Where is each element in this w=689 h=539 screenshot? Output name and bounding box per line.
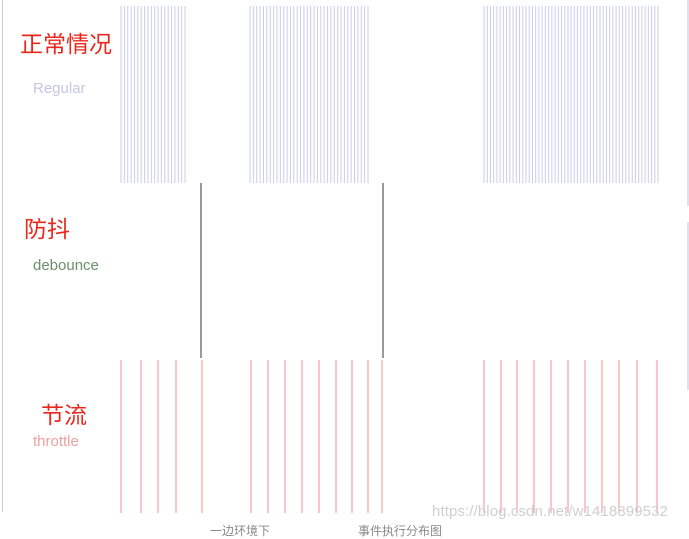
throttle-label-en: throttle [33, 433, 79, 450]
watermark-url: https://blog.csdn.net/w1418899532 [432, 503, 668, 520]
event-marks-canvas [120, 6, 659, 513]
throttle-label-cn: 节流 [41, 403, 87, 429]
footer-caption-right: 事件执行分布图 [358, 524, 443, 538]
footer-caption-left: 一边环境下 [210, 524, 271, 538]
regular-label-cn: 正常情况 [20, 32, 112, 58]
debounce-label-cn: 防抖 [24, 217, 70, 243]
debounce-label-en: debounce [33, 257, 99, 274]
regular-label-en: Regular [33, 80, 86, 97]
event-distribution-diagram: 正常情况 Regular 防抖 debounce 节流 throttle htt… [0, 0, 689, 538]
